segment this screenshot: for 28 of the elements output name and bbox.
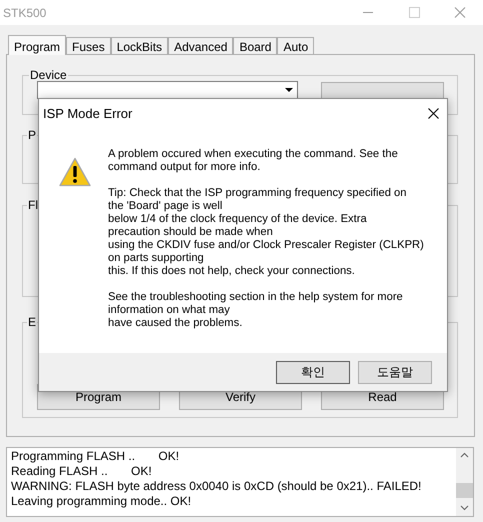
message-text: Tip: Check that the ISP programming frequency specified on the 'Board' page is well below 1/4 of the clock frequency of the device. Extra precaution should be made when using the CKDIV fuse and/or Clock Prescaler Register (CLKPR) on parts supporting this. If this does not help, check your connections. <box>108 187 424 278</box>
window-title: STK500 <box>3 6 46 20</box>
tab[interactable]: Fuses <box>66 37 111 54</box>
log-line: Leaving programming mode.. OK! <box>11 494 192 509</box>
tab[interactable]: Board <box>233 37 278 54</box>
log-line: Programming FLASH .. OK! <box>11 449 180 464</box>
scroll-down-icon[interactable] <box>460 505 469 511</box>
scrollbar[interactable] <box>456 448 473 516</box>
log-line: Reading FLASH .. OK! <box>11 464 153 479</box>
tab[interactable]: Auto <box>277 37 314 54</box>
dialog-title: ISP Mode Error <box>43 106 132 121</box>
scroll-thumb[interactable] <box>456 483 473 498</box>
warning-icon <box>59 157 91 187</box>
message-text: A problem occured when executing the command. See the command output for more info. <box>108 148 399 174</box>
tab[interactable]: Program <box>8 35 66 55</box>
dialog-button[interactable]: 확인 <box>276 361 350 384</box>
device-dropdown[interactable] <box>37 81 298 99</box>
message-text: See the troubleshooting section in the help system for more information on what may have caused the problems. <box>108 291 404 330</box>
group-label: Device <box>29 68 68 82</box>
group-label: Fl <box>27 198 39 212</box>
dialog-button[interactable]: 도움말 <box>358 361 432 384</box>
group-label: P <box>27 128 38 142</box>
close-icon[interactable] <box>428 108 439 119</box>
tab[interactable]: Advanced <box>168 37 234 54</box>
log-line: WARNING: FLASH byte address 0x0040 is 0xCD (should be 0x21).. FAILED! <box>11 479 422 494</box>
group-label: E <box>27 315 38 329</box>
scroll-up-icon[interactable] <box>460 452 469 458</box>
tab[interactable]: LockBits <box>110 37 168 54</box>
